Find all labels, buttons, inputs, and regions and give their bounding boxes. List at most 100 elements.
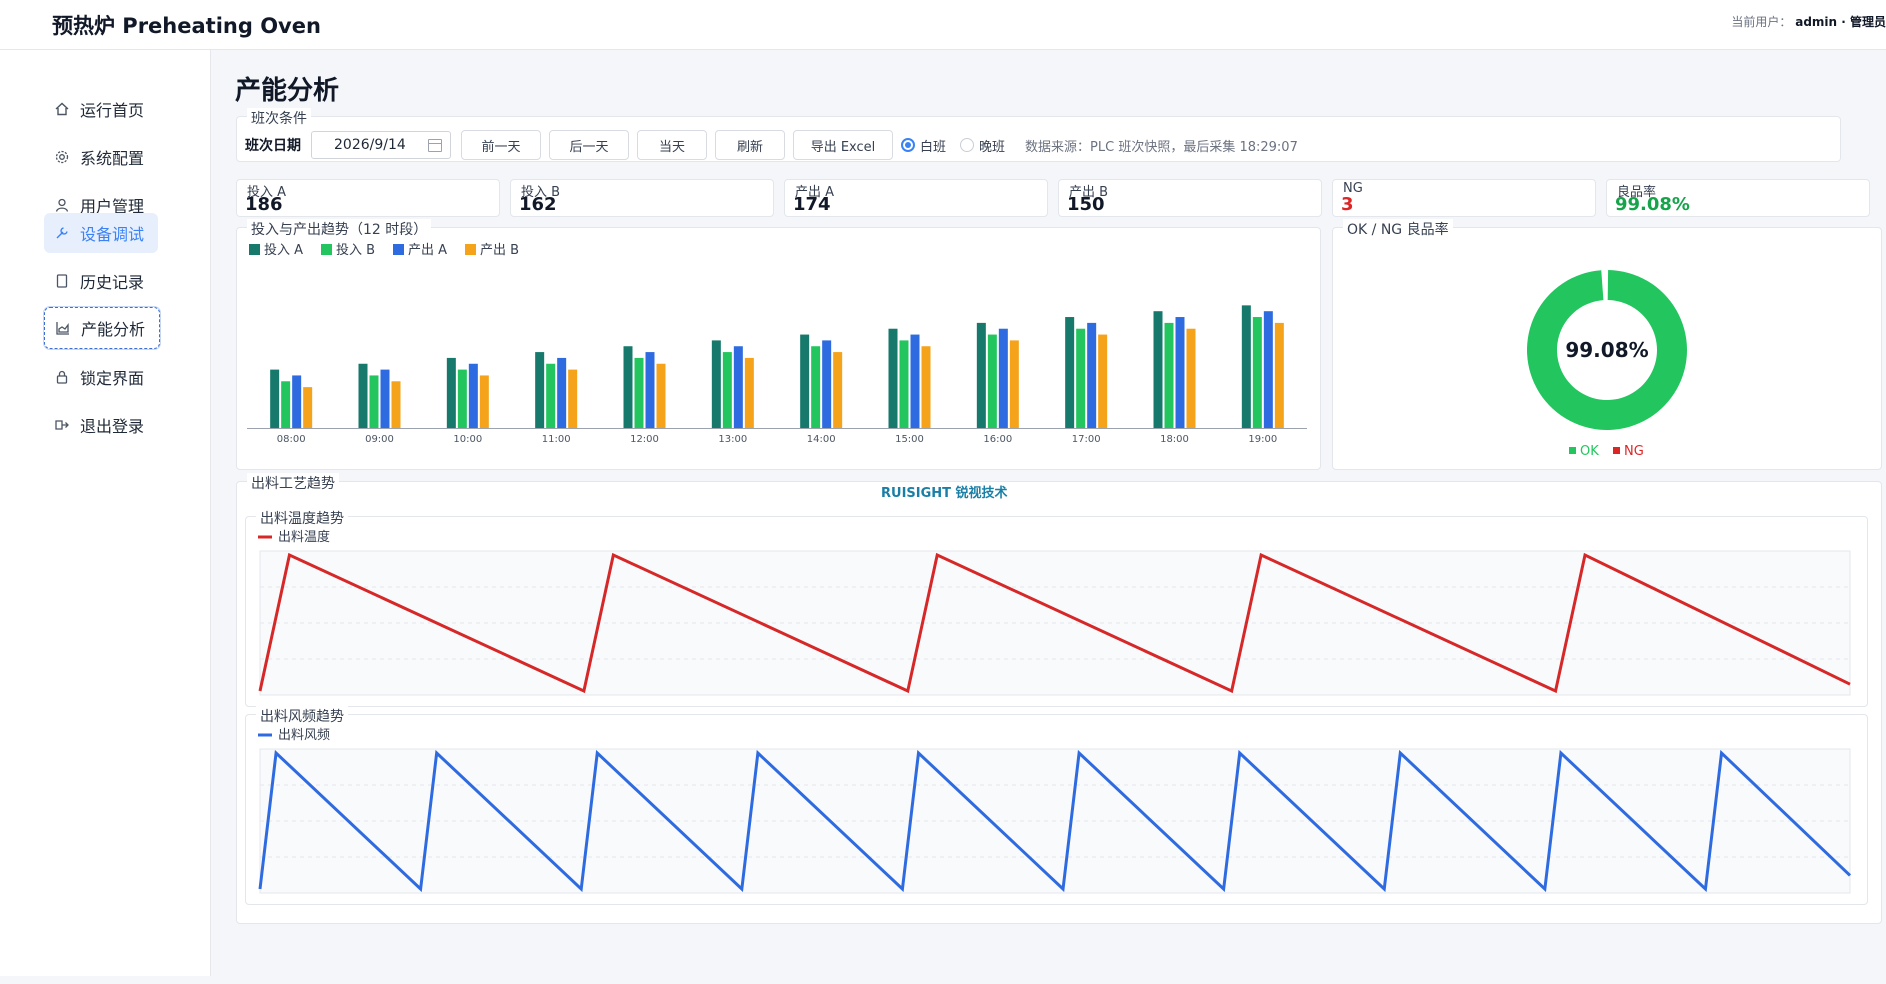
sidebar-item-home[interactable]: 运行首页 xyxy=(44,89,158,129)
chart-icon xyxy=(45,320,81,336)
bar xyxy=(1164,322,1174,428)
sidebar-item-lock-screen[interactable]: 锁定界面 xyxy=(44,357,158,397)
bar xyxy=(711,340,721,428)
bar xyxy=(1274,322,1284,428)
sidebar: 运行首页 系统配置 用户管理 设备调试 历史记录 产能分析 锁定界面 退出登录 xyxy=(0,50,211,976)
bar xyxy=(1087,322,1097,428)
process-trend-panel: 出料工艺趋势 RUISIGHT 锐视技术 出料温度趋势 出料温度 出料风频趋势 … xyxy=(236,473,1882,924)
sidebar-item-system-config[interactable]: 系统配置 xyxy=(44,137,158,177)
logo-text: RUISIGHT 锐视技术 xyxy=(881,486,1008,501)
wrench-icon xyxy=(44,225,80,241)
filter-legend: 班次条件 xyxy=(247,108,311,128)
bar xyxy=(733,346,743,428)
bar xyxy=(380,369,390,428)
bar xyxy=(656,363,666,428)
export-excel-button[interactable]: 导出 Excel xyxy=(793,130,893,160)
io-trend-chart: 投入 A 投入 B 产出 A 产出 B 08:00 09:00 10:00 11:00 12:0… xyxy=(247,242,1307,445)
calendar-icon xyxy=(428,138,442,152)
document-icon xyxy=(44,273,80,289)
bar xyxy=(1241,305,1251,428)
legend-label: 投入 B xyxy=(336,242,375,258)
bar xyxy=(369,375,379,428)
x-tick-label: 08:00 xyxy=(277,434,306,445)
bar xyxy=(976,322,986,428)
filter-panel: 班次条件 班次日期 2026/9/14 前一天 后一天 当天 刷新 导出 Exc… xyxy=(236,108,1841,162)
x-tick-label: 11:00 xyxy=(542,434,571,445)
kpi-value: 186 xyxy=(245,194,283,215)
bar xyxy=(270,369,280,428)
legend-swatch xyxy=(393,244,404,255)
bar xyxy=(1153,311,1163,428)
x-tick-label: 17:00 xyxy=(1072,434,1101,445)
legend-swatch xyxy=(321,244,332,255)
sidebar-item-label: 历史记录 xyxy=(80,273,145,292)
center-label: 99.08% xyxy=(1565,338,1648,362)
current-user: 当前用户： admin · 管理员 xyxy=(1731,13,1886,30)
bar xyxy=(446,357,456,428)
kpi-output-a: 产出 A 174 xyxy=(784,179,1048,217)
logout-icon xyxy=(44,417,80,433)
shift-day-label: 白班 xyxy=(920,139,947,155)
fan-subpanel: 出料风频趋势 出料风频 xyxy=(245,706,1868,905)
bar xyxy=(1076,328,1086,428)
bar xyxy=(358,363,368,428)
app-title: 预热炉 Preheating Oven xyxy=(52,14,321,38)
legend-label: 产出 A xyxy=(408,243,447,258)
sidebar-item-device-debug[interactable]: 设备调试 xyxy=(44,213,158,253)
bar xyxy=(479,375,489,428)
x-tick-label: 13:00 xyxy=(718,434,747,445)
legend-label: 出料风频 xyxy=(278,728,330,743)
gear-icon xyxy=(44,149,80,165)
x-tick-label: 14:00 xyxy=(807,434,836,445)
shift-night-radio[interactable]: 晚班 xyxy=(960,136,1005,155)
sidebar-item-history[interactable]: 历史记录 xyxy=(44,261,158,301)
legend-label: OK xyxy=(1580,444,1599,459)
kpi-input-b: 投入 B 162 xyxy=(510,179,774,217)
bar xyxy=(391,381,401,428)
bar xyxy=(303,387,313,428)
filter-row: 班次日期 2026/9/14 前一天 后一天 当天 刷新 导出 Excel 白班… xyxy=(245,129,1298,161)
kpi-yield: 良品率 99.08% xyxy=(1606,179,1870,217)
io-trend-panel: 投入与产出趋势（12 时段） 投入 A 投入 B 产出 A 产出 B 08:00 09:0… xyxy=(236,219,1321,470)
bar xyxy=(921,346,931,428)
legend-swatch xyxy=(1569,447,1576,454)
yield-donut-chart: 99.08% OK NG xyxy=(1527,270,1687,459)
legend-label: NG xyxy=(1624,444,1644,459)
home-icon xyxy=(44,101,80,117)
sidebar-item-logout[interactable]: 退出登录 xyxy=(44,405,158,445)
current-user-name: admin · 管理员 xyxy=(1795,15,1886,29)
main-content: 产能分析 班次条件 班次日期 2026/9/14 前一天 后一天 当天 刷新 导… xyxy=(211,50,1886,976)
sidebar-item-label: 系统配置 xyxy=(80,149,145,168)
shift-date-input[interactable]: 2026/9/14 xyxy=(311,131,451,159)
bar xyxy=(744,357,754,428)
yield-panel: OK / NG 良品率 99.08% OK NG xyxy=(1332,219,1882,470)
radio-unchecked-icon xyxy=(960,138,975,152)
bar xyxy=(910,334,920,428)
shift-day-radio[interactable]: 白班 xyxy=(901,136,946,155)
next-day-button[interactable]: 后一天 xyxy=(549,130,629,160)
bar xyxy=(998,328,1008,428)
pie-slice xyxy=(1603,270,1607,301)
legend-label: 投入 A xyxy=(264,242,303,258)
bar xyxy=(1098,334,1108,428)
user-icon xyxy=(44,197,80,213)
bar xyxy=(568,369,578,428)
bar xyxy=(281,381,291,428)
bar xyxy=(557,357,567,428)
bar xyxy=(800,334,810,428)
bar xyxy=(292,375,302,428)
bar xyxy=(468,363,478,428)
bar xyxy=(822,340,832,428)
shift-date-label: 班次日期 xyxy=(245,138,301,154)
kpi-output-b: 产出 B 150 xyxy=(1058,179,1322,217)
sidebar-item-label: 产能分析 xyxy=(81,320,146,339)
sidebar-item-capacity-analysis[interactable]: 产能分析 xyxy=(44,307,160,349)
prev-day-button[interactable]: 前一天 xyxy=(461,130,541,160)
temp-line-chart: 出料温度 xyxy=(258,529,1851,696)
sidebar-item-label: 运行首页 xyxy=(80,101,145,120)
lock-icon xyxy=(44,369,80,385)
bar xyxy=(546,363,556,428)
sidebar-item-label: 退出登录 xyxy=(80,417,145,436)
today-button[interactable]: 当天 xyxy=(637,130,707,160)
refresh-button[interactable]: 刷新 xyxy=(715,130,785,160)
